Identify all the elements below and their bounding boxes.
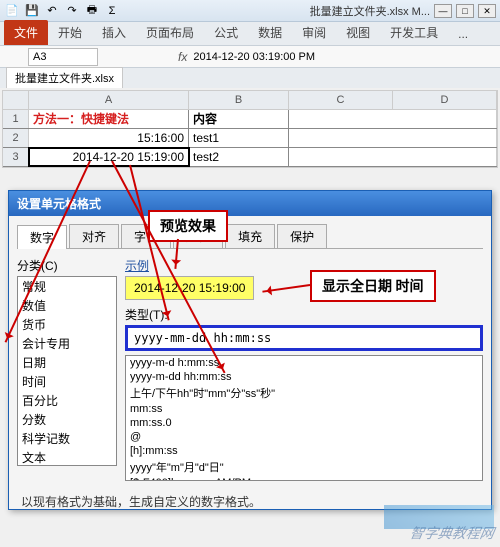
dialog-title: 设置单元格格式 bbox=[9, 191, 491, 216]
cell-c3[interactable] bbox=[289, 148, 497, 166]
spreadsheet-grid: A B C D 1 方法一：快捷键法 内容 2 15:16:00 test1 3… bbox=[2, 90, 498, 168]
col-header-c[interactable]: C bbox=[289, 91, 393, 109]
save-icon[interactable]: 💾 bbox=[24, 3, 40, 19]
category-list[interactable]: 常规数值货币会计专用日期时间百分比分数科学记数文本特殊自定义 bbox=[17, 276, 117, 466]
ribbon-tab-more[interactable]: ... bbox=[448, 23, 478, 45]
sum-icon[interactable]: Σ bbox=[104, 3, 120, 19]
cell-b3[interactable]: test2 bbox=[189, 148, 289, 166]
formula-bar: A3 fx 2014-12-20 03:19:00 PM bbox=[0, 46, 500, 68]
cell-a3[interactable]: 2014-12-20 15:19:00 bbox=[29, 148, 189, 166]
tab-align[interactable]: 对齐 bbox=[69, 224, 119, 248]
format-item[interactable]: mm:ss bbox=[126, 402, 482, 416]
cell-a2[interactable]: 15:16:00 bbox=[29, 129, 189, 147]
category-item[interactable]: 货币 bbox=[18, 315, 116, 334]
col-header-a[interactable]: A bbox=[29, 91, 189, 109]
category-item[interactable]: 数值 bbox=[18, 296, 116, 315]
undo-icon[interactable]: ↶ bbox=[44, 3, 60, 19]
callout-fulldate: 显示全日期 时间 bbox=[310, 270, 436, 302]
formula-text[interactable]: 2014-12-20 03:19:00 PM bbox=[193, 51, 315, 63]
category-item[interactable]: 百分比 bbox=[18, 391, 116, 410]
ribbon-tab-view[interactable]: 视图 bbox=[336, 20, 380, 45]
ribbon-tabs: 文件 开始 插入 页面布局 公式 数据 审阅 视图 开发工具 ... bbox=[0, 22, 500, 46]
sample-value: 2014-12-20 15:19:00 bbox=[125, 276, 254, 300]
col-header-b[interactable]: B bbox=[189, 91, 289, 109]
ribbon-tab-formulas[interactable]: 公式 bbox=[204, 20, 248, 45]
workbook-tabs: 批量建立文件夹.xlsx bbox=[0, 68, 500, 88]
cell-b2[interactable]: test1 bbox=[189, 129, 289, 147]
cell-a1[interactable]: 方法一：快捷键法 bbox=[29, 110, 189, 128]
cell-c1[interactable] bbox=[289, 110, 497, 128]
ribbon-tab-layout[interactable]: 页面布局 bbox=[136, 20, 204, 45]
category-item[interactable]: 科学记数 bbox=[18, 429, 116, 448]
file-tab[interactable]: 文件 bbox=[4, 20, 48, 45]
format-cells-dialog: 设置单元格格式 数字 对齐 字体 边框 填充 保护 分类(C) 常规数值货币会计… bbox=[8, 190, 492, 510]
format-item[interactable]: [$-F400]h:mm:ss AM/PM bbox=[126, 476, 482, 481]
title-bar: 📄 💾 ↶ ↷ 🖶 Σ 批量建立文件夹.xlsx M... — □ ✕ bbox=[0, 0, 500, 22]
format-item[interactable]: yyyy-m-d h:mm:ss bbox=[126, 356, 482, 370]
minimize-button[interactable]: — bbox=[434, 4, 452, 18]
ribbon-tab-review[interactable]: 审阅 bbox=[292, 20, 336, 45]
select-all-corner[interactable] bbox=[3, 91, 29, 109]
format-list[interactable]: yyyy-m-d h:mm:ssyyyy-m-dd hh:mm:ss上午/下午h… bbox=[125, 355, 483, 481]
category-item[interactable]: 分数 bbox=[18, 410, 116, 429]
callout-preview: 预览效果 bbox=[148, 210, 228, 242]
ribbon-tab-home[interactable]: 开始 bbox=[48, 20, 92, 45]
format-item[interactable]: yyyy"年"m"月"d"日" bbox=[126, 458, 482, 476]
ribbon-tab-dev[interactable]: 开发工具 bbox=[380, 20, 448, 45]
category-item[interactable]: 文本 bbox=[18, 448, 116, 466]
category-item[interactable]: 日期 bbox=[18, 353, 116, 372]
cell-c2[interactable] bbox=[289, 129, 497, 147]
format-item[interactable]: 上午/下午hh"时"mm"分"ss"秒" bbox=[126, 384, 482, 402]
row-header[interactable]: 2 bbox=[3, 129, 29, 147]
format-item[interactable]: @ bbox=[126, 430, 482, 444]
category-item[interactable]: 会计专用 bbox=[18, 334, 116, 353]
window-title: 批量建立文件夹.xlsx M... bbox=[310, 3, 430, 19]
format-item[interactable]: [h]:mm:ss bbox=[126, 444, 482, 458]
cell-b1[interactable]: 内容 bbox=[189, 110, 289, 128]
row-header[interactable]: 1 bbox=[3, 110, 29, 128]
type-label: 类型(T): bbox=[125, 306, 483, 323]
print-icon[interactable]: 🖶 bbox=[84, 3, 100, 19]
format-item[interactable]: mm:ss.0 bbox=[126, 416, 482, 430]
redo-icon[interactable]: ↷ bbox=[64, 3, 80, 19]
row-header[interactable]: 3 bbox=[3, 148, 29, 166]
ribbon-tab-data[interactable]: 数据 bbox=[248, 20, 292, 45]
tab-protect[interactable]: 保护 bbox=[277, 224, 327, 248]
workbook-tab[interactable]: 批量建立文件夹.xlsx bbox=[6, 67, 123, 88]
close-button[interactable]: ✕ bbox=[478, 4, 496, 18]
format-item[interactable]: yyyy-m-dd hh:mm:ss bbox=[126, 370, 482, 384]
tab-fill[interactable]: 填充 bbox=[225, 224, 275, 248]
dialog-tabs: 数字 对齐 字体 边框 填充 保护 bbox=[17, 224, 483, 249]
maximize-button[interactable]: □ bbox=[456, 4, 474, 18]
category-item[interactable]: 时间 bbox=[18, 372, 116, 391]
type-input[interactable]: yyyy-mm-dd hh:mm:ss bbox=[125, 325, 483, 351]
watermark-text: 智字典教程网 bbox=[408, 523, 496, 543]
app-icon: 📄 bbox=[4, 3, 20, 19]
category-label: 分类(C) bbox=[17, 257, 117, 274]
ribbon-tab-insert[interactable]: 插入 bbox=[92, 20, 136, 45]
fx-icon[interactable]: fx bbox=[178, 50, 187, 64]
col-header-d[interactable]: D bbox=[393, 91, 497, 109]
name-box[interactable]: A3 bbox=[28, 48, 98, 66]
